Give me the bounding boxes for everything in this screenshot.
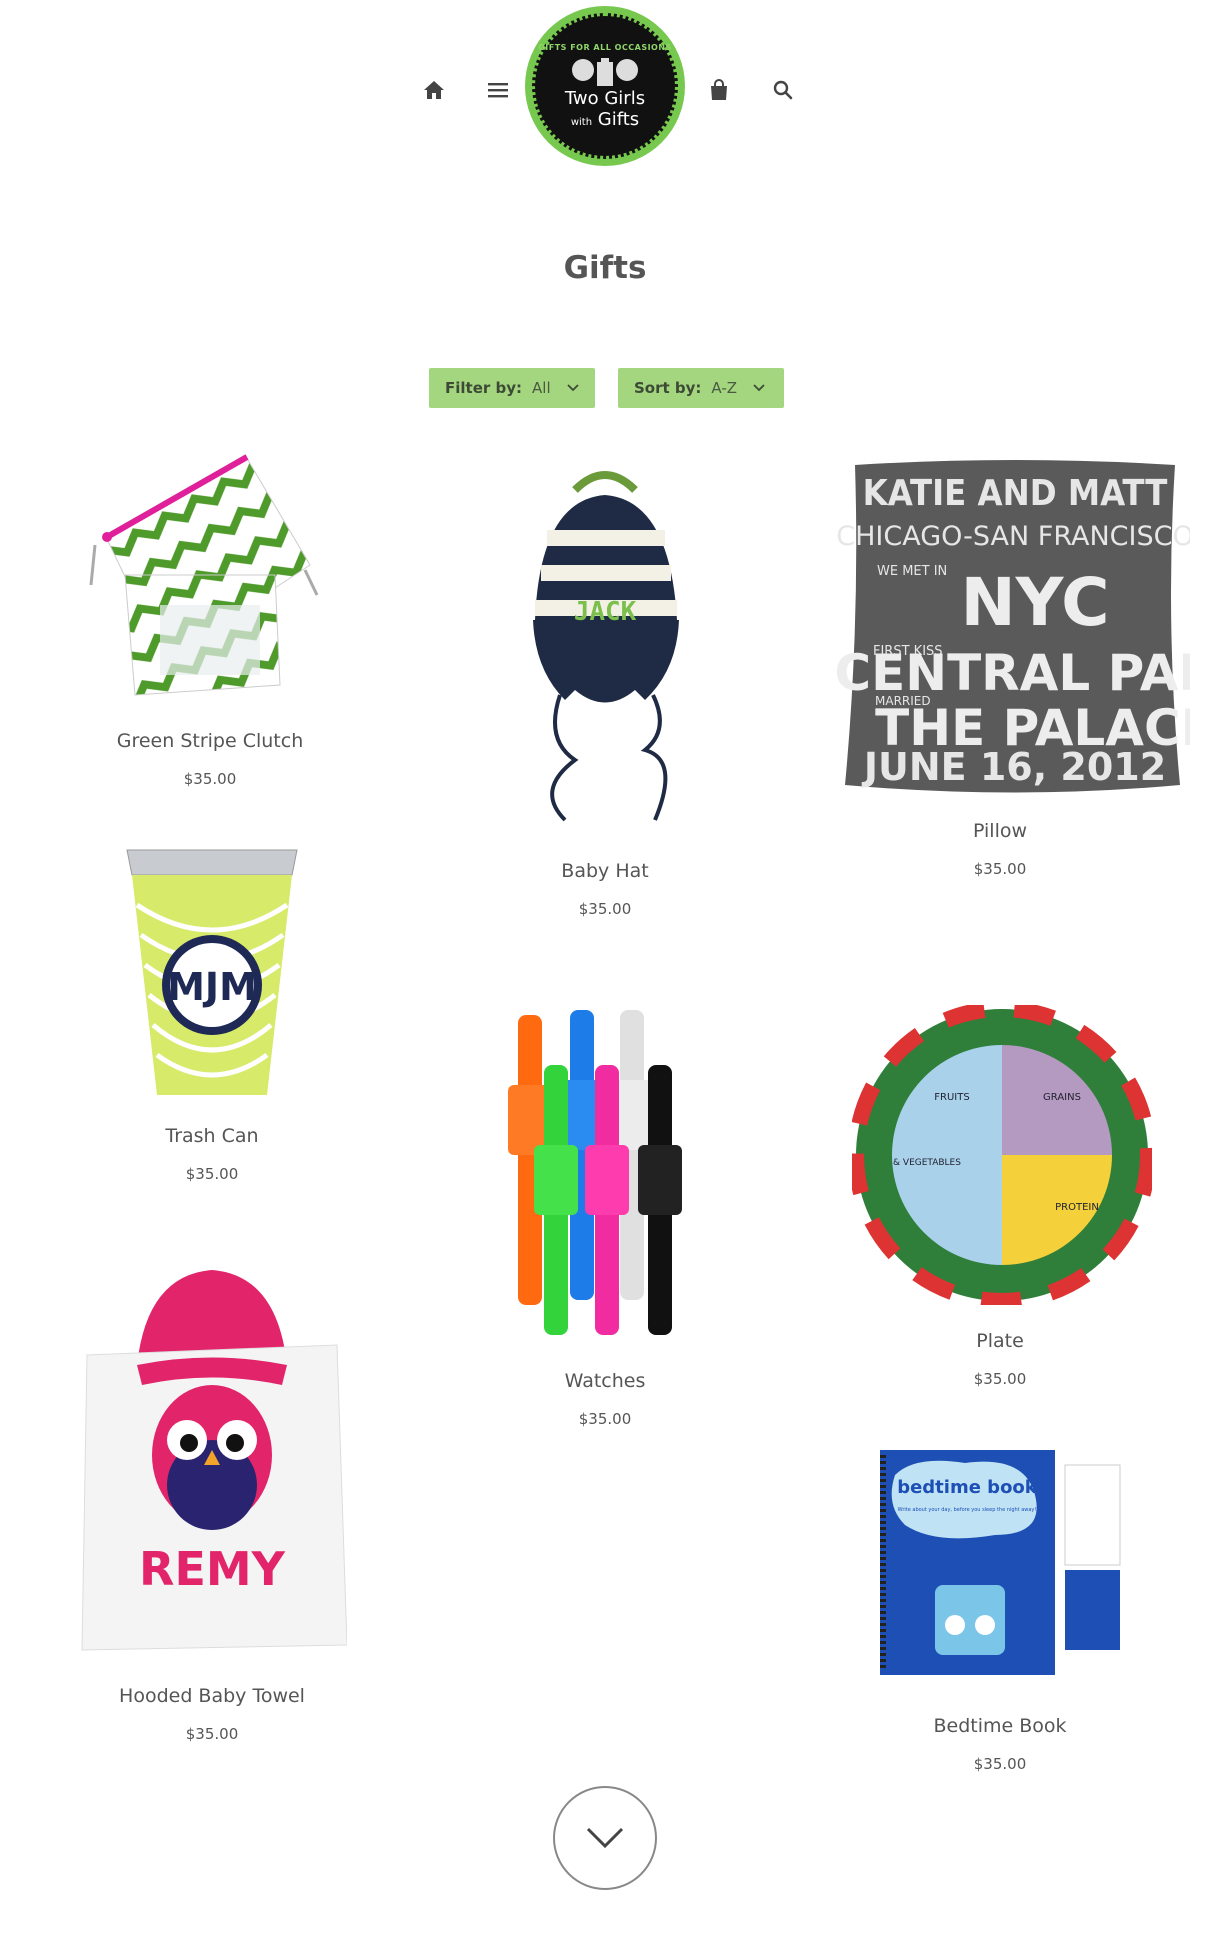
home-icon[interactable] [420, 76, 448, 104]
product-price: $35.00 [185, 1725, 239, 1743]
svg-text:CHICAGO-SAN FRANCISCO: CHICAGO-SAN FRANCISCO [836, 521, 1190, 552]
product-name[interactable]: Trash Can [42, 1125, 382, 1147]
page-title: Gifts [563, 250, 647, 286]
product-image-baby-hat: JACK [533, 471, 679, 822]
product-image-hooded-towel: REMY [81, 1270, 347, 1651]
svg-text:KATIE AND MATT: KATIE AND MATT [863, 473, 1168, 514]
product-name[interactable]: Green Stripe Clutch [40, 730, 380, 752]
svg-text:MJM: MJM [167, 965, 257, 1009]
product-card[interactable]: bedtime book Write about your day, befor… [830, 1445, 1170, 1785]
product-name[interactable]: Watches [435, 1370, 775, 1392]
product-price: $35.00 [973, 860, 1027, 878]
product-card[interactable]: JACK Baby Hat $35.00 [435, 460, 775, 930]
site-header: GIFTS FOR ALL OCCASIONS Two Girls with G… [0, 0, 1210, 170]
svg-text:WE MET IN: WE MET IN [877, 564, 947, 579]
svg-text:PROTEIN: PROTEIN [1055, 1202, 1099, 1213]
product-card[interactable]: KATIE AND MATT CHICAGO-SAN FRANCISCO WE … [830, 455, 1190, 885]
svg-text:Write about your day, before y: Write about your day, before you sleep t… [898, 1507, 1037, 1513]
chevron-down-icon [566, 384, 579, 392]
product-card[interactable]: REMY Hooded Baby Towel $35.00 [42, 1255, 382, 1765]
product-image-clutch [89, 454, 319, 696]
search-icon[interactable] [769, 76, 797, 104]
product-image-trash-can: MJM [126, 849, 298, 1095]
filter-dropdown[interactable]: Filter by: All [429, 368, 595, 408]
chevron-down-icon [753, 384, 765, 392]
filter-label: Filter by: [445, 379, 523, 397]
product-card[interactable]: MJM Trash Can $35.00 [42, 845, 382, 1205]
menu-icon[interactable] [484, 76, 512, 104]
svg-text:FRUITS: FRUITS [934, 1092, 969, 1103]
svg-text:REMY: REMY [139, 1542, 286, 1596]
product-name[interactable]: Baby Hat [435, 860, 775, 882]
site-logo[interactable]: GIFTS FOR ALL OCCASIONS Two Girls with G… [525, 6, 685, 166]
svg-text:JACK: JACK [574, 597, 637, 627]
sort-value: A-Z [711, 379, 738, 397]
product-price: $35.00 [578, 1410, 632, 1428]
product-price: $35.00 [183, 770, 237, 788]
product-name[interactable]: Hooded Baby Towel [42, 1685, 382, 1707]
logo-badge: GIFTS FOR ALL OCCASIONS Two Girls with G… [532, 13, 678, 159]
filter-value: All [532, 379, 551, 397]
product-card[interactable]: Green Stripe Clutch $35.00 [40, 440, 380, 800]
svg-text:GRAINS: GRAINS [1043, 1092, 1081, 1103]
product-name[interactable]: Bedtime Book [830, 1715, 1170, 1737]
svg-text:JUNE 16, 2012: JUNE 16, 2012 [861, 745, 1166, 789]
svg-text:NYC: NYC [960, 564, 1109, 641]
chevron-down-icon [586, 1827, 624, 1849]
product-card[interactable]: Watches $35.00 [435, 1005, 775, 1435]
product-image-pillow: KATIE AND MATT CHICAGO-SAN FRANCISCO WE … [835, 460, 1190, 793]
product-price: $35.00 [973, 1370, 1027, 1388]
product-card[interactable]: FRUITS & VEGETABLES GRAINS PROTEIN Plate… [830, 1005, 1170, 1405]
product-price: $35.00 [578, 900, 632, 918]
logo-tagline: GIFTS FOR ALL OCCASIONS [538, 42, 672, 52]
svg-text:& VEGETABLES: & VEGETABLES [893, 1158, 961, 1168]
product-image-watches [508, 1010, 682, 1335]
sort-label: Sort by: [634, 379, 702, 397]
bag-icon[interactable] [705, 76, 733, 104]
product-name[interactable]: Plate [830, 1330, 1170, 1352]
logo-text-line1: Two Girls [564, 87, 646, 109]
product-price: $35.00 [185, 1165, 239, 1183]
svg-text:bedtime book: bedtime book [897, 1477, 1038, 1498]
logo-silhouette-icon [572, 57, 638, 86]
logo-text-line2: with Gifts [570, 108, 640, 130]
product-image-plate: FRUITS & VEGETABLES GRAINS PROTEIN [852, 1005, 1152, 1305]
product-name[interactable]: Pillow [830, 820, 1170, 842]
product-image-bedtime-book: bedtime book Write about your day, befor… [880, 1450, 1121, 1675]
scroll-down-button[interactable] [553, 1786, 657, 1890]
sort-dropdown[interactable]: Sort by: A-Z [618, 368, 784, 408]
product-price: $35.00 [973, 1755, 1027, 1773]
